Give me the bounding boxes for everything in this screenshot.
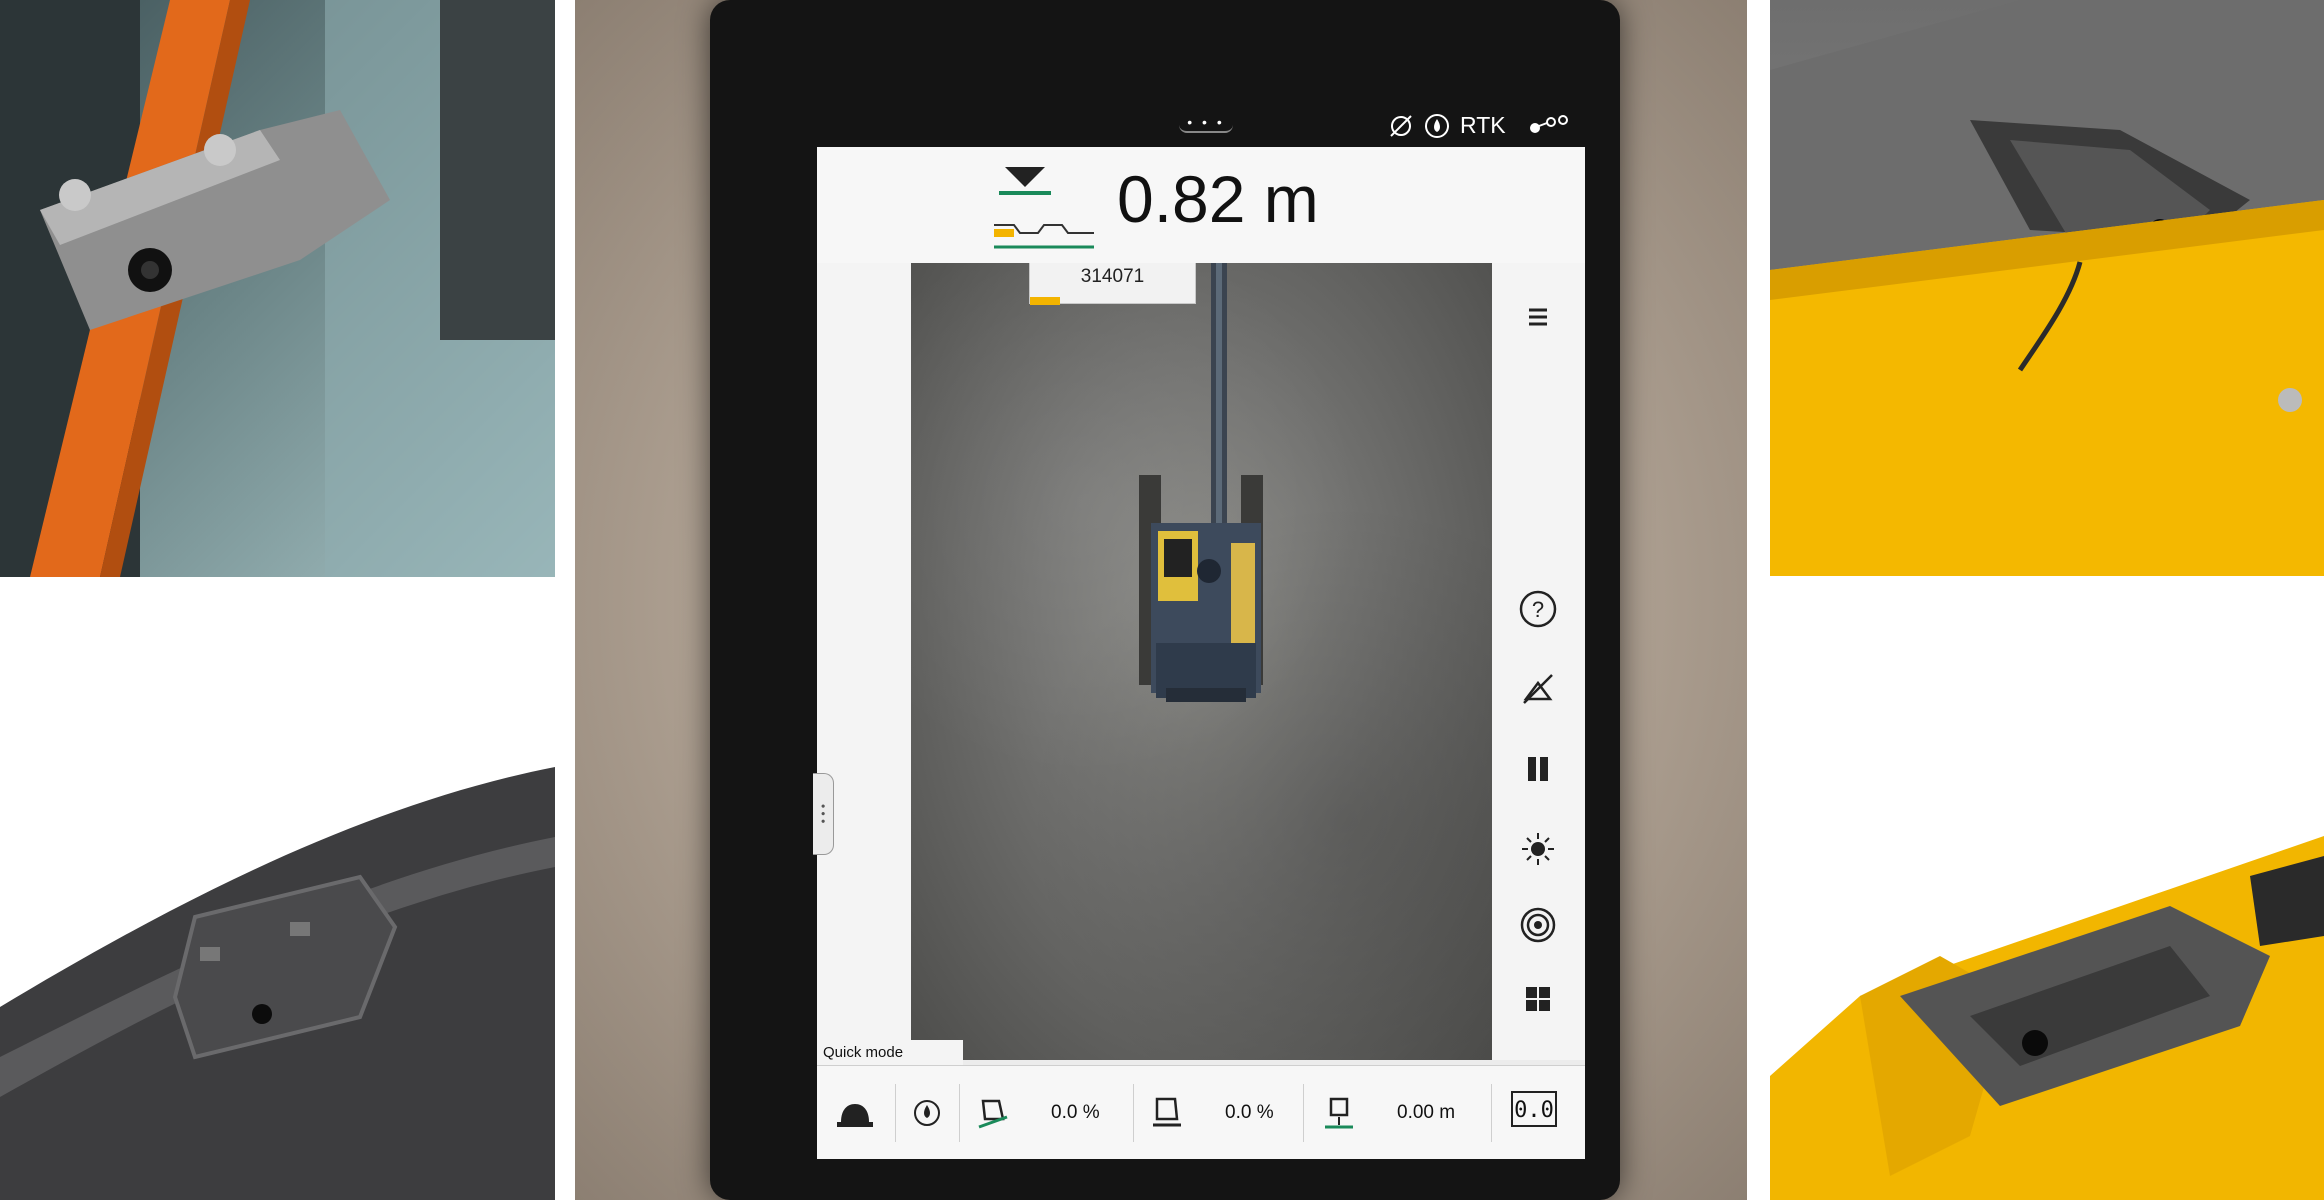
- hard-hat-icon: [837, 1103, 873, 1127]
- rear-camera-illustration: [1770, 836, 2324, 1200]
- bucket-cross-slope-icon: [1153, 1097, 1181, 1126]
- menu-icon: [1529, 308, 1547, 326]
- slope-2-field[interactable]: 0.0 %: [1149, 1066, 1274, 1159]
- target-icon: [1520, 907, 1556, 943]
- connection-icon: [1530, 115, 1568, 133]
- roof-camera-illustration: [1770, 0, 2324, 576]
- bottom-separator: [959, 1084, 960, 1142]
- satellite-off-icon: [1523, 674, 1553, 704]
- photo-body-sensor: [0, 577, 555, 1200]
- top-down-camera-view[interactable]: [911, 263, 1492, 1060]
- depth-to-target-value: 0.82 m: [1117, 162, 1319, 236]
- layout-button[interactable]: [1512, 973, 1564, 1025]
- bottom-separator: [1303, 1084, 1304, 1142]
- machine-mode-button[interactable]: [835, 1066, 875, 1159]
- bottom-separator: [895, 1084, 896, 1142]
- slope-2-value: 0.0 %: [1225, 1101, 1274, 1123]
- profile-line-icon: [994, 224, 1094, 249]
- photo-cab-camera: [0, 0, 555, 577]
- target-height-icon: [999, 167, 1051, 195]
- gnss-button[interactable]: [911, 1066, 943, 1159]
- pause-icon: [1528, 757, 1548, 781]
- pause-button[interactable]: [1512, 743, 1564, 795]
- right-toolbar: ?: [1492, 263, 1585, 1060]
- slope-1-value: 0.0 %: [1051, 1101, 1100, 1123]
- satellite-off-icon: [1390, 115, 1412, 137]
- laser-icon: [1522, 833, 1554, 865]
- height-offset-value: 0.00 m: [1397, 1101, 1456, 1123]
- machine-id-label: 314071: [1029, 263, 1196, 305]
- bottom-bar: 0.0 % 0.0 % 0.00 m 0.0: [817, 1065, 1585, 1159]
- bucket-height-icon: [1325, 1097, 1353, 1128]
- gnss-drop-icon: [914, 1099, 940, 1126]
- photo-rear-camera: [1770, 576, 2324, 1200]
- satellite-toggle-button[interactable]: [1512, 663, 1564, 715]
- help-icon: ?: [1519, 590, 1557, 628]
- depth-header: 0.82 m: [817, 147, 1585, 268]
- body-sensor-illustration: [0, 767, 555, 1200]
- laser-button[interactable]: [1512, 823, 1564, 875]
- rtk-status-label: RTK: [1460, 112, 1506, 138]
- target-button[interactable]: [1512, 899, 1564, 951]
- left-side-strip: • • •: [813, 263, 913, 1060]
- quick-mode-label: Quick mode: [817, 1040, 963, 1066]
- grid-icon: [1526, 987, 1550, 1011]
- top-drawer-handle[interactable]: • • •: [1179, 113, 1233, 133]
- svg-text:?: ?: [1532, 597, 1544, 622]
- slope-1-field[interactable]: 0.0 %: [975, 1066, 1100, 1159]
- zero-reset-button[interactable]: 0.0: [1511, 1091, 1557, 1127]
- left-drawer-handle[interactable]: • • •: [813, 773, 834, 855]
- menu-button[interactable]: [1512, 291, 1564, 343]
- photo-roof-camera: [1770, 0, 2324, 576]
- bottom-separator: [1491, 1084, 1492, 1142]
- excavator-topview: [1139, 263, 1263, 702]
- display-screen: • • • RTK 0.82 m • • • 314071 ? Quick mo…: [813, 103, 1585, 1159]
- bucket-slope-icon: [978, 1099, 1008, 1128]
- cab-camera-illustration: [0, 0, 555, 577]
- height-offset-field[interactable]: 0.00 m: [1321, 1066, 1455, 1159]
- help-button[interactable]: ?: [1512, 583, 1564, 635]
- status-bar: • • • RTK: [817, 103, 1585, 147]
- bottom-separator: [1133, 1084, 1134, 1142]
- gnss-drop-icon: [1425, 114, 1449, 138]
- photo-display-unit: • • • RTK 0.82 m • • • 314071 ? Quick mo…: [575, 0, 1747, 1200]
